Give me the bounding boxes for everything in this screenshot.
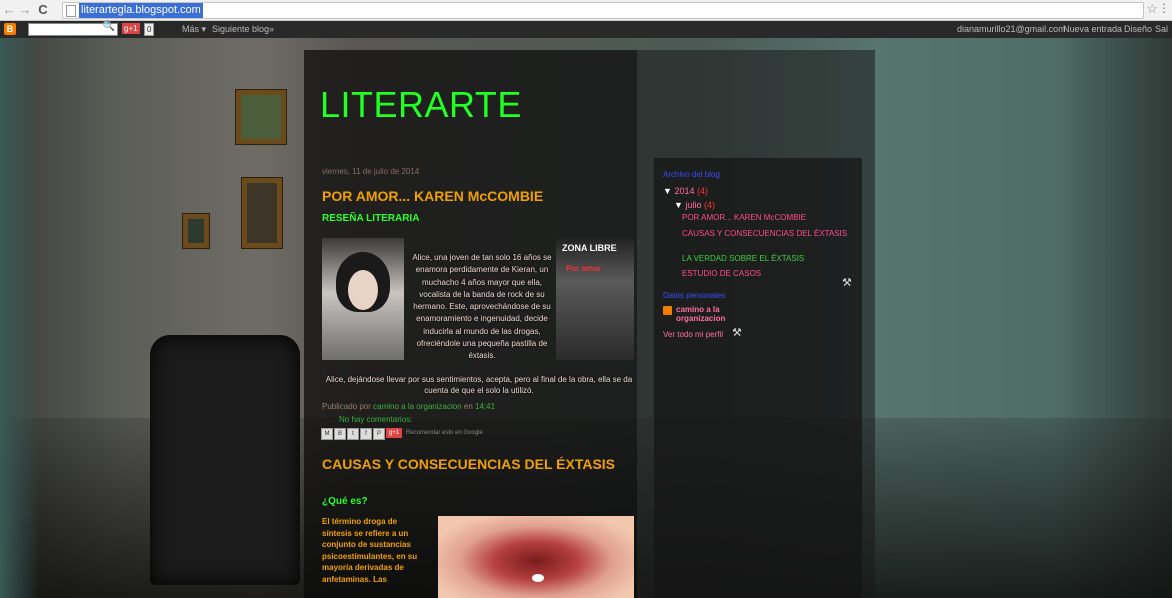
navbar-search-input[interactable]: 🔍 (28, 21, 118, 36)
published-by-label: Publicado por (322, 402, 371, 411)
gplus-button[interactable]: g+1 (122, 23, 140, 34)
menu-icon[interactable]: ⋮ (1158, 1, 1170, 15)
blogger-logo-icon[interactable]: B (4, 23, 16, 35)
archive-widget-title: Archivo del blog (663, 170, 720, 179)
archive-year-label[interactable]: 2014 (674, 186, 694, 196)
next-blog-link[interactable]: Siguiente blog» (212, 24, 274, 34)
pill-shape (532, 574, 544, 582)
post-title[interactable]: POR AMOR... KAREN McCOMBIE (322, 188, 543, 204)
comments-link[interactable]: No hay comentarios: (339, 415, 412, 424)
bookmark-star-icon[interactable]: ☆ (1146, 1, 1158, 17)
gplus-count: 0 (144, 23, 155, 36)
book-cover[interactable]: ZONA LIBRE Por amor (556, 238, 634, 360)
archive-post-link[interactable]: ESTUDIO DE CASOS (682, 269, 854, 279)
wall-small-frame (183, 214, 209, 248)
post-body-text-continued: Alice, dejándose llevar por sus sentimie… (325, 375, 633, 395)
post-time-link[interactable]: 14:41 (475, 402, 495, 411)
view-profile-link[interactable]: Ver todo mi perfil (663, 330, 723, 339)
profile-name-link[interactable]: camino a la organizacion (676, 305, 756, 323)
book-cover-subtitle: Por amor (566, 264, 602, 273)
collapse-triangle-icon[interactable]: ▼ (663, 186, 672, 196)
page-icon (66, 5, 76, 17)
address-bar[interactable]: literartegla.blogspot.com (62, 2, 1144, 19)
browser-toolbar: ← → C literartegla.blogspot.com ☆ ⋮ (0, 0, 1172, 21)
author-photo[interactable] (322, 238, 404, 360)
post-2-question: ¿Qué es? (322, 496, 368, 507)
edit-widget-icon[interactable]: ⚒ (732, 326, 742, 339)
collapse-triangle-icon[interactable]: ▼ (674, 200, 683, 210)
archive-month[interactable]: ▼ julio (4) (674, 200, 715, 210)
gplus-share-button[interactable]: g+1 (386, 428, 402, 438)
post-2-body-text: El término droga de síntesis se refiere … (322, 517, 418, 584)
reload-icon[interactable]: C (36, 2, 50, 18)
post-2-image[interactable] (438, 516, 634, 598)
forward-icon[interactable]: → (18, 2, 32, 18)
archive-year[interactable]: ▼ 2014 (4) (663, 186, 708, 196)
profile-widget-title: Datos personales (663, 291, 726, 300)
archive-month-count: (4) (703, 200, 715, 210)
search-icon[interactable]: 🔍 (103, 21, 115, 32)
post-title-2[interactable]: CAUSAS Y CONSECUENCIAS DEL ÉXTASIS (322, 456, 622, 472)
wall-painting (236, 90, 286, 144)
email-share-icon[interactable]: M (321, 428, 333, 440)
post-footer: Publicado por camino a la organizacion e… (322, 402, 495, 411)
url-text: literartegla.blogspot.com (79, 3, 203, 18)
wall-portrait (242, 178, 282, 248)
background-edge (0, 38, 40, 598)
share-bar: M B t f P g+1 Recomendar esto en Google (321, 428, 483, 440)
exit-link[interactable]: Sal (1155, 24, 1168, 34)
back-icon[interactable]: ← (2, 2, 16, 18)
book-cover-title: ZONA LIBRE (562, 243, 617, 253)
sidebar-box (654, 158, 862, 598)
post-date: viernes, 11 de julio de 2014 (322, 167, 420, 176)
post-body-text: Alice, una joven de tan solo 16 años se … (412, 253, 552, 361)
blog-title[interactable]: LITERARTE (320, 84, 522, 126)
twitter-share-icon[interactable]: t (347, 428, 359, 440)
armchair-image (150, 335, 300, 585)
more-menu[interactable]: Más ▾ (182, 24, 206, 35)
user-email: dianamurillo21@gmail.com (957, 24, 1066, 34)
archive-year-count: (4) (696, 186, 708, 196)
recommend-text: Recomendar esto en Google (406, 430, 483, 436)
author-link[interactable]: camino a la organizacion (373, 402, 462, 411)
facebook-share-icon[interactable]: f (360, 428, 372, 440)
design-link[interactable]: Diseño (1124, 24, 1152, 34)
blog-share-icon[interactable]: B (334, 428, 346, 440)
photo-face (348, 270, 378, 310)
pinterest-share-icon[interactable]: P (373, 428, 385, 440)
at-label: en (463, 402, 473, 411)
blogger-profile-icon (663, 306, 672, 315)
archive-post-link[interactable]: LA VERDAD SOBRE EL ÉXTASIS (682, 254, 854, 264)
archive-month-label[interactable]: julio (685, 200, 701, 210)
archive-post-link[interactable]: CAUSAS Y CONSECUENCIAS DEL ÉXTASIS (682, 229, 852, 239)
edit-widget-icon[interactable]: ⚒ (842, 276, 852, 289)
archive-post-link[interactable]: POR AMOR... KAREN McCOMBIE (682, 213, 854, 223)
post-subheading: RESEÑA LITERARIA (322, 213, 420, 224)
blogger-navbar: B 🔍 g+1 0 Más ▾ Siguiente blog» dianamur… (0, 21, 1172, 38)
new-post-link[interactable]: Nueva entrada (1063, 24, 1122, 34)
